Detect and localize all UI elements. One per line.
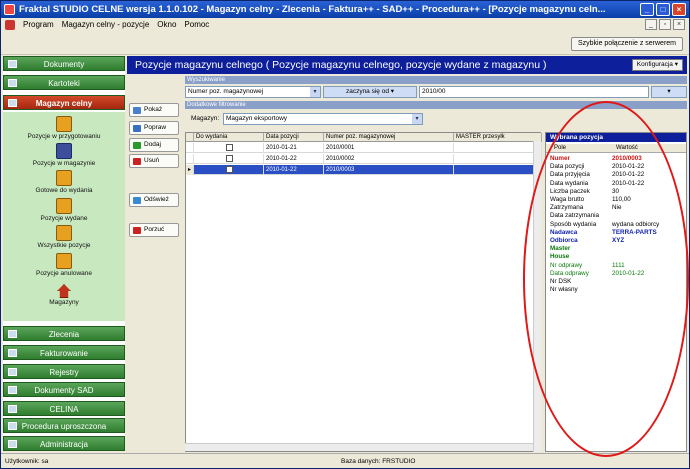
chevron-down-icon: ▾ [412,114,422,124]
menu-okno[interactable]: Okno [157,18,176,32]
table-row[interactable]: 2010-01-22 2010/0002 [186,154,542,164]
sidebar-celina[interactable]: CELINA [3,401,125,416]
col-master[interactable]: MASTER przesyłk [454,133,542,142]
search-section-label: Wyszukiwanie [185,76,687,84]
item-pozycje-przygotowanie[interactable]: Pozycje w przygotowaniu [3,116,125,140]
checkbox[interactable] [226,155,233,162]
lock-open-icon [56,116,72,132]
procedure-icon [8,422,17,430]
col-data-pozycji[interactable]: Data pozycji [264,133,324,142]
item-pozycje-anulowane[interactable]: Pozycje anulowane [3,253,125,277]
sidebar-zlecenia[interactable]: Zlecenia [3,326,125,341]
quick-connect-button[interactable]: Szybkie połączenie z serwerem [570,37,683,51]
mdi-minimize-button[interactable]: _ [645,19,657,30]
sidebar-magazyn-celny[interactable]: Magazyn celny [3,95,125,110]
search-dropdown-button[interactable]: ▾ [651,86,687,98]
app-icon [4,4,15,15]
x-icon [133,227,141,234]
horizontal-scrollbar[interactable] [185,443,533,451]
search-mode-select[interactable]: zaczyna się od ▾ [323,86,417,98]
search-field-select[interactable]: Numer poz. magazynowej ▾ [185,86,321,98]
row-pointer-icon: ▸ [186,165,194,175]
sidebar-dokumenty-sad[interactable]: Dokumenty SAD [3,382,125,397]
col-numer[interactable]: Numer poz. magazynowej [324,133,454,142]
mdi-close-button[interactable]: × [673,19,685,30]
sidebar-fakturowanie[interactable]: Fakturowanie [3,345,125,360]
sidebar-administracja[interactable]: Administracja [3,436,125,451]
checkbox[interactable] [226,144,233,151]
item-gotowe-do-wydania[interactable]: Gotowe do wydania [3,170,125,194]
house-icon [57,284,71,298]
status-db: Baza danych: FRSTUDIO [341,458,416,465]
window-title: Fraktal STUDIO CELNE wersja 1.1.0.102 - … [19,4,606,15]
sidebar-dokumenty[interactable]: Dokumenty [3,56,125,71]
refresh-icon [133,197,141,204]
building-icon [56,143,72,159]
register-icon [8,368,17,376]
maximize-button[interactable]: □ [656,3,670,16]
item-pozycje-wydane[interactable]: Pozycje wydane [3,198,125,222]
close-button[interactable]: × [672,3,686,16]
folder-icon [8,60,17,68]
title-bar: Fraktal STUDIO CELNE wersja 1.1.0.102 - … [1,1,689,18]
document-icon [5,20,15,30]
minimize-button[interactable]: _ [640,3,654,16]
celina-icon [8,405,17,413]
sidebar-procedura[interactable]: Procedura uproszczona [3,418,125,433]
admin-icon [8,440,17,448]
menu-bar: Program Magazyn celny - pozycje Okno Pom… [1,18,689,32]
page-title: Pozycje magazynu celnego ( Pozycje magaz… [127,56,687,74]
status-user: Użytkownik: sa [5,458,49,465]
lock-icon [56,225,72,241]
lock-cancel-icon [56,253,72,269]
delete-button[interactable]: Usuń [129,154,179,168]
warehouse-select[interactable]: Magazyn eksportowy ▾ [223,113,423,125]
item-magazyny[interactable]: Magazyny [3,284,125,306]
config-button[interactable]: Konfiguracja ▾ [631,59,683,71]
invoice-icon [8,349,17,357]
abandon-button[interactable]: Porzuć [129,223,179,237]
orders-icon [8,330,17,338]
edit-button[interactable]: Popraw [129,121,179,135]
table-header: Do wydania Data pozycji Numer poz. magaz… [186,133,542,142]
menu-magazyn[interactable]: Magazyn celny - pozycje [62,18,150,32]
highlight-annotation [523,101,689,457]
chevron-down-icon: ▾ [310,87,320,97]
search-input[interactable]: 2010/00 [419,86,649,98]
sidebar-kartoteki[interactable]: Kartoteki [3,75,125,90]
add-button[interactable]: Dodaj [129,138,179,152]
app-window: Fraktal STUDIO CELNE wersja 1.1.0.102 - … [0,0,690,469]
item-pozycje-magazyn[interactable]: Pozycje w magazynie [3,143,125,167]
menu-pomoc[interactable]: Pomoc [184,18,209,32]
checkbox[interactable] [226,166,233,173]
show-button[interactable]: Pokaż [129,103,179,117]
sad-icon [8,386,17,394]
table-row[interactable]: 2010-01-21 2010/0001 [186,143,542,153]
refresh-button[interactable]: Odśwież [129,193,179,207]
minus-icon [133,158,141,165]
filter-label: Magazyn: [191,115,220,122]
pencil-icon [133,125,141,132]
table-row-selected[interactable]: ▸ 2010-01-22 2010/0003 [186,165,542,175]
item-wszystkie-pozycje[interactable]: Wszystkie pozycje [3,225,125,249]
toolbar: Szybkie połączenie z serwerem [1,33,689,55]
sidebar-rejestry[interactable]: Rejestry [3,364,125,379]
status-bar: Użytkownik: sa Baza danych: FRSTUDIO [1,453,689,468]
box-out-icon [56,198,72,214]
sidebar: Dokumenty Kartoteki Magazyn celny Pozycj… [3,56,125,451]
warehouse-icon [8,99,17,107]
menu-program[interactable]: Program [23,18,54,32]
mdi-restore-button[interactable]: ▫ [659,19,671,30]
cards-icon [8,79,17,87]
magnifier-icon [133,107,141,114]
positions-table: Do wydania Data pozycji Numer poz. magaz… [185,132,542,452]
plus-icon [133,142,141,149]
col-do-wydania[interactable]: Do wydania [194,133,264,142]
section-items-panel: Pozycje w przygotowaniu Pozycje w magazy… [3,112,125,321]
hand-box-icon [56,170,72,186]
